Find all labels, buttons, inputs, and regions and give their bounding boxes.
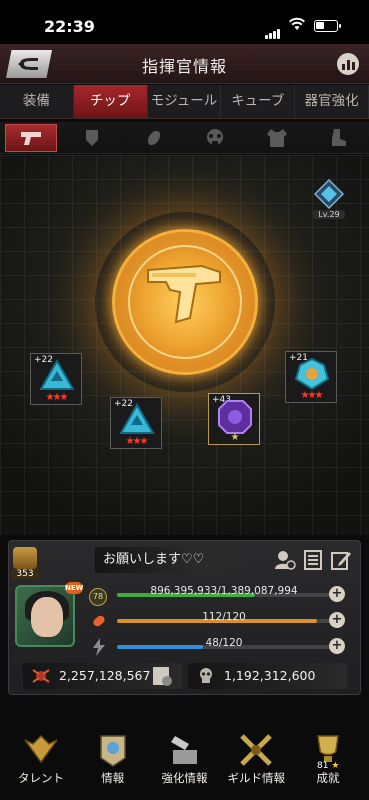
hp-row: 896,395,933/1,389,087,994 + — [89, 585, 345, 605]
talent-icon — [24, 734, 58, 764]
tab-cube[interactable]: キューブ — [221, 85, 296, 118]
chip-stars: ★ — [230, 432, 240, 443]
hp-plus-button[interactable]: + — [329, 586, 345, 602]
energy-value: 48/120 — [205, 637, 243, 649]
kill-count: 1,192,312,600 — [188, 663, 347, 689]
chip-slot[interactable]: +22 ★★★ — [30, 353, 82, 405]
lightning-icon — [93, 638, 105, 656]
blade-icon — [147, 130, 160, 145]
chip-stage: Lv.29 +22 ★★★ +22 ★★★ +43 ★ +21 ★★★ — [0, 155, 369, 535]
nav-guild[interactable]: ギルド情報 — [221, 730, 291, 800]
teal-chip-icon — [39, 359, 75, 390]
chip-slot[interactable]: +21 ★★★ — [285, 351, 337, 403]
status-bar: 22:39 — [0, 0, 369, 44]
kill-count-value: 1,192,312,600 — [224, 668, 316, 683]
chip-stars: ★★★ — [125, 436, 149, 447]
tab-bar: 装備 チップ モジュール キューブ 器官強化 — [0, 85, 369, 119]
nav-guild-label: ギルド情報 — [227, 771, 286, 785]
enhance-icon — [170, 736, 197, 764]
nav-info-label: 情報 — [101, 771, 125, 785]
pistol-icon — [20, 131, 41, 145]
avatar-face — [31, 597, 63, 637]
nav-info[interactable]: 情報 — [78, 730, 148, 800]
nav-enhance[interactable]: 強化情報 — [150, 730, 220, 800]
shield-icon — [86, 129, 99, 146]
user-settings-icon[interactable] — [274, 549, 296, 571]
fuel-plus-button[interactable]: + — [329, 612, 345, 628]
header-bar: 指揮官情報 — [0, 44, 369, 84]
signal-icon — [265, 20, 281, 39]
stats-button[interactable] — [337, 53, 359, 75]
golden-pistol-icon — [147, 264, 221, 324]
diamond-badge-icon — [313, 178, 345, 210]
hp-value: 896,395,933/1,389,087,994 — [150, 585, 298, 597]
mask-icon — [207, 128, 224, 146]
power-row: 2,257,128,567 1,192,312,600 — [23, 663, 353, 689]
fuel-value: 112/120 — [202, 611, 246, 623]
tab-organ-enhance[interactable]: 器官強化 — [295, 85, 369, 118]
new-badge: NEW — [65, 582, 84, 594]
chip-stars: ★★★ — [300, 390, 324, 401]
rank-number: 353 — [11, 569, 39, 579]
category-blade[interactable] — [128, 124, 180, 152]
info-icon — [100, 735, 126, 767]
nav-enhance-label: 強化情報 — [161, 771, 208, 785]
category-pistol[interactable] — [4, 123, 57, 152]
edit-icon[interactable] — [330, 549, 352, 571]
category-vest[interactable] — [251, 124, 303, 152]
purple-chip-icon — [218, 400, 252, 434]
tab-chip[interactable]: チップ — [73, 85, 148, 118]
category-mask[interactable] — [189, 124, 241, 152]
spider-emblem-icon — [32, 669, 50, 683]
rank-emblem-icon — [13, 547, 37, 569]
category-boot[interactable] — [312, 124, 364, 152]
nav-talent-label: タレント — [18, 771, 64, 785]
power-detail-icon[interactable] — [151, 665, 173, 687]
chip-slot[interactable]: +22 ★★★ — [110, 397, 162, 449]
tab-module[interactable]: モジュール — [148, 85, 222, 118]
combat-power[interactable]: 2,257,128,567 — [23, 663, 182, 689]
chip-slot[interactable]: +43 ★ — [208, 393, 260, 445]
level-badge-text: Lv.29 — [313, 210, 345, 219]
status-time: 22:39 — [44, 17, 95, 36]
fuel-row: 112/120 + — [89, 611, 345, 631]
teal-chip-icon — [119, 403, 155, 434]
boot-icon — [332, 128, 347, 146]
battery-icon — [314, 20, 341, 32]
bottom-nav: タレント 情報 強化情報 ギルド情報 81 ★ 成就 — [0, 730, 369, 800]
tab-equipment[interactable]: 装備 — [0, 85, 74, 118]
capsule-icon — [93, 615, 105, 627]
nav-achievement-label: 成就 — [316, 771, 340, 785]
combat-power-value: 2,257,128,567 — [59, 668, 151, 683]
list-icon[interactable] — [302, 549, 324, 571]
nav-talent[interactable]: タレント — [6, 730, 76, 800]
page-title: 指揮官情報 — [141, 57, 227, 76]
teal-chip-icon — [294, 357, 330, 391]
skull-icon — [200, 668, 212, 683]
chip-category-bar — [0, 122, 369, 154]
chip-stars: ★★★ — [45, 392, 69, 403]
commander-name[interactable]: お願いします♡♡ — [95, 547, 263, 573]
nav-achievement[interactable]: 81 ★ 成就 — [293, 730, 363, 800]
level-badge[interactable]: Lv.29 — [313, 178, 345, 219]
energy-row: 48/120 + — [89, 637, 345, 657]
category-shield[interactable] — [66, 124, 118, 152]
vest-icon — [266, 128, 287, 147]
commander-avatar[interactable] — [15, 585, 75, 647]
energy-plus-button[interactable]: + — [329, 638, 345, 654]
commander-panel: 353 お願いします♡♡ NEW 78 896,395,933/1,389,08… — [8, 540, 361, 695]
wifi-icon — [289, 17, 305, 30]
guild-icon — [240, 734, 273, 766]
